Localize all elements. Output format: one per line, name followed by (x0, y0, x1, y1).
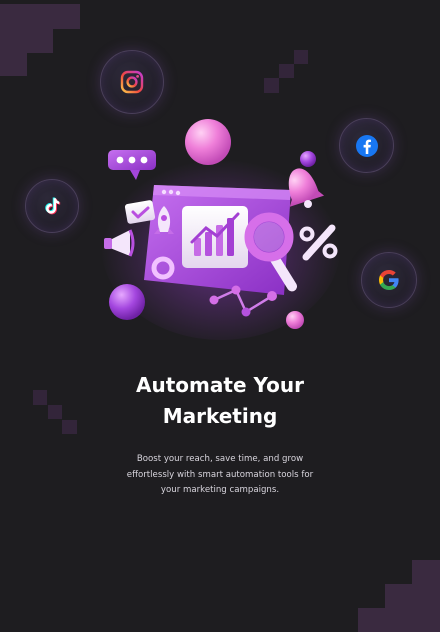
tiktok-icon (45, 197, 61, 215)
floating-sphere-top (185, 119, 231, 165)
instagram-icon (120, 70, 144, 94)
description-line-2: effortlessly with smart automation tools… (126, 469, 314, 480)
floating-sphere-right (286, 311, 304, 329)
tiktok-badge (25, 179, 79, 233)
description-line-1: Boost your reach, save time, and grow (136, 454, 304, 464)
bar-chart-icon (182, 206, 248, 268)
floating-sphere-left (109, 284, 145, 320)
google-badge (361, 252, 417, 308)
title-line-2: Marketing (162, 404, 278, 428)
description-line-3: your marketing campaigns. (160, 485, 280, 495)
facebook-badge (339, 118, 394, 173)
page-description: Boost your reach, save time, and grow ef… (120, 452, 320, 499)
facebook-icon (355, 134, 378, 157)
instagram-badge (100, 50, 164, 114)
title-line-1: Automate Your (136, 373, 304, 397)
google-icon (379, 270, 399, 290)
marketing-illustration (101, 119, 341, 340)
page-title: Automate Your Marketing (0, 370, 440, 432)
